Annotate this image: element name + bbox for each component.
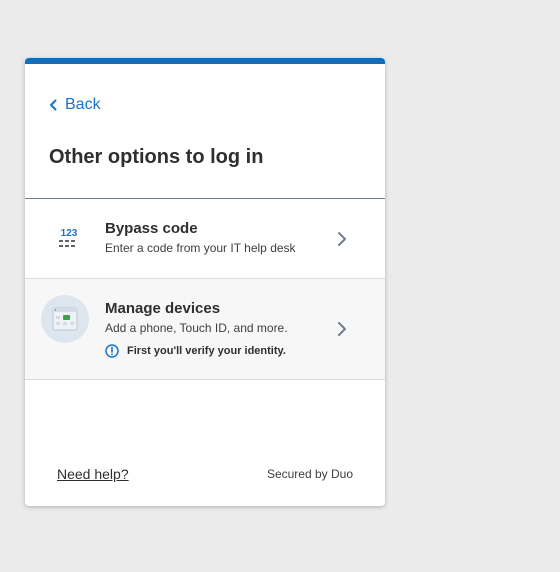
manage-devices-option[interactable]: Manage devices Add a phone, Touch ID, an… [25, 279, 385, 379]
manage-devices-description: Add a phone, Touch ID, and more. [105, 321, 288, 335]
divider [25, 379, 385, 380]
bypass-code-option[interactable]: 123 Bypass code Enter a code from your I… [25, 199, 385, 278]
device-management-icon [41, 295, 89, 343]
verify-identity-text: First you'll verify your identity. [127, 345, 286, 357]
bypass-code-icon-text: 123 [61, 228, 78, 239]
accent-bar [25, 58, 385, 64]
chevron-right-icon [338, 232, 346, 246]
login-options-card: Back Other options to log in 123 Bypass … [25, 58, 385, 506]
bypass-code-icon: 123 [59, 228, 78, 247]
manage-devices-title: Manage devices [105, 300, 221, 317]
secured-by-label: Secured by Duo [266, 467, 353, 481]
need-help-link[interactable]: Need help? [57, 466, 129, 482]
bypass-code-description: Enter a code from your IT help desk [105, 241, 296, 255]
chevron-right-icon [338, 322, 346, 336]
bypass-code-title: Bypass code [105, 220, 198, 237]
chevron-left-icon [50, 99, 57, 111]
page-title: Other options to log in [49, 146, 264, 168]
back-label: Back [65, 96, 101, 113]
verify-identity-notice: First you'll verify your identity. [105, 344, 286, 358]
info-icon [105, 344, 119, 358]
back-link[interactable]: Back [49, 96, 101, 114]
